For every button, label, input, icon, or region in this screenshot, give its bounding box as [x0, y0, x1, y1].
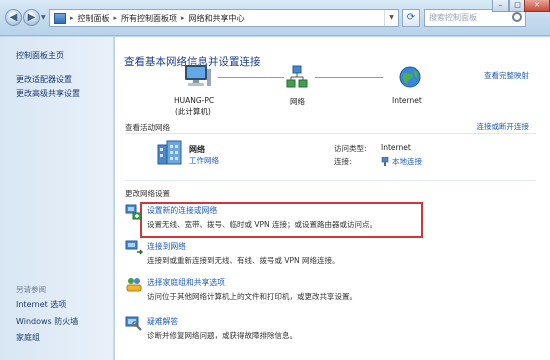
- close-button[interactable]: ✕: [524, 0, 550, 12]
- back-button[interactable]: ◀: [5, 9, 22, 26]
- connection-line: [218, 77, 284, 78]
- see-also-heading: 另请参阅: [16, 285, 46, 294]
- sidebar: 控制面板主页 更改适配器设置 更改高级共享设置 另请参阅 Internet 选项…: [0, 37, 114, 360]
- main-content: 查看基本网络信息并设置连接 查看完整映射 HUANG-PC (此计算机) 网络 …: [115, 37, 550, 360]
- internet-label: Internet: [392, 96, 422, 105]
- network-icon: [286, 65, 308, 88]
- computer-icon: [185, 65, 211, 86]
- local-connection-label: 本地连接: [392, 157, 422, 166]
- ethernet-icon: [381, 157, 389, 166]
- network-type-link[interactable]: 工作网络: [189, 155, 219, 166]
- address-bar[interactable]: ▸ 控制面板 ▸ 所有控制面板项 ▸ 网络和共享中心 ▼: [49, 9, 399, 27]
- divider: [125, 133, 536, 134]
- sidebar-item-firewall[interactable]: Windows 防火墙: [16, 316, 78, 327]
- active-network-name: 网络: [189, 145, 205, 154]
- task-description: 设置无线、宽带、拨号、临时或 VPN 连接；或设置路由器或访问点。: [147, 220, 378, 229]
- homegroup-icon: [126, 278, 142, 292]
- network-building-icon: [157, 140, 182, 165]
- sidebar-item-adapter-settings[interactable]: 更改适配器设置: [16, 74, 72, 85]
- computer-subtitle: (此计算机): [175, 107, 211, 116]
- sidebar-item-advanced-sharing[interactable]: 更改高级共享设置: [16, 88, 80, 99]
- breadcrumb-all-items[interactable]: 所有控制面板项: [121, 13, 177, 24]
- connect-disconnect-link[interactable]: 连接或断开连接: [477, 121, 530, 132]
- view-full-map-link[interactable]: 查看完整映射: [484, 70, 529, 81]
- access-type-value: Internet: [381, 143, 411, 152]
- task-homegroup-sharing[interactable]: 选择家庭组和共享选项 访问位于其他网络计算机上的文件和打印机，或更改共享设置。: [147, 277, 357, 302]
- task-description: 访问位于其他网络计算机上的文件和打印机，或更改共享设置。: [147, 292, 357, 301]
- task-troubleshoot[interactable]: 疑难解答 诊断并修复网络问题，或获得故障排除信息。: [147, 316, 297, 341]
- refresh-button[interactable]: ⟳: [402, 9, 420, 27]
- breadcrumb-control-panel[interactable]: 控制面板: [78, 13, 110, 24]
- forward-button[interactable]: ▶: [23, 9, 40, 26]
- new-connection-icon: [125, 204, 142, 220]
- task-title[interactable]: 连接到网络: [147, 241, 340, 252]
- task-title[interactable]: 选择家庭组和共享选项: [147, 277, 357, 288]
- task-title[interactable]: 设置新的连接或网络: [147, 205, 377, 216]
- chevron-right-icon[interactable]: ▸: [70, 14, 74, 22]
- task-setup-connection[interactable]: 设置新的连接或网络 设置无线、宽带、拨号、临时或 VPN 连接；或设置路由器或访…: [147, 205, 377, 230]
- minimize-button[interactable]: –: [492, 0, 509, 12]
- change-settings-heading: 更改网络设置: [125, 189, 170, 198]
- divider: [125, 180, 536, 181]
- active-networks-heading: 查看活动网络: [125, 123, 170, 132]
- connection-label: 连接:: [334, 157, 352, 166]
- recent-pages-dropdown-icon[interactable]: ▼: [41, 14, 46, 21]
- computer-name: HUANG-PC: [174, 96, 215, 105]
- task-description: 连接到或重新连接到无线、有线、拨号或 VPN 网络连接。: [147, 256, 340, 265]
- task-description: 诊断并修复网络问题，或获得故障排除信息。: [147, 331, 297, 340]
- control-panel-icon: [54, 12, 66, 24]
- task-connect-network[interactable]: 连接到网络 连接到或重新连接到无线、有线、拨号或 VPN 网络连接。: [147, 241, 340, 266]
- access-type-label: 访问类型:: [334, 144, 367, 153]
- local-connection-link[interactable]: 本地连接: [381, 156, 422, 167]
- sidebar-item-homegroup[interactable]: 家庭组: [16, 332, 40, 343]
- breadcrumb-network-center[interactable]: 网络和共享中心: [189, 13, 245, 24]
- connection-line: [315, 77, 383, 78]
- globe-icon: [399, 66, 421, 88]
- troubleshoot-icon: [125, 316, 142, 331]
- sidebar-item-home[interactable]: 控制面板主页: [16, 50, 64, 61]
- connect-network-icon: [125, 240, 143, 255]
- sidebar-item-internet-options[interactable]: Internet 选项: [16, 299, 66, 310]
- task-title[interactable]: 疑难解答: [147, 316, 297, 327]
- search-icon[interactable]: [512, 12, 522, 22]
- navigation-bar: ◀ ▶ ▼ ▸ 控制面板 ▸ 所有控制面板项 ▸ 网络和共享中心 ▼ ⟳ 搜索控…: [0, 0, 550, 36]
- network-label: 网络: [290, 97, 305, 106]
- chevron-right-icon[interactable]: ▸: [114, 14, 118, 22]
- search-placeholder: 搜索控制面板: [429, 13, 477, 22]
- address-dropdown-icon[interactable]: ▼: [384, 10, 398, 26]
- chevron-right-icon[interactable]: ▸: [181, 14, 185, 22]
